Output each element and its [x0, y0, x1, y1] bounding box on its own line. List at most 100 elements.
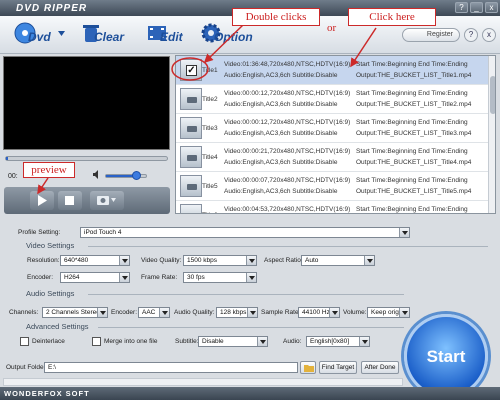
- find-target-button[interactable]: Find Target: [319, 361, 357, 374]
- deinterlace-label: Deinterlace: [32, 338, 65, 345]
- video-quality-label: Video Quality:: [141, 257, 182, 264]
- help-button[interactable]: ?: [464, 28, 478, 42]
- chevron-down-icon: [399, 228, 409, 237]
- video-encoder-select[interactable]: H264: [60, 272, 130, 283]
- frame-rate-select[interactable]: 30 fps: [183, 272, 257, 283]
- app-title: DVD RIPPER: [16, 3, 88, 14]
- title-thumbnail[interactable]: [180, 204, 202, 213]
- chevron-down-icon: [257, 337, 267, 346]
- chevron-down-icon: [119, 273, 129, 282]
- title-output-file: Output:THE_BUCKET_LIST_Title1.mp4: [356, 72, 472, 79]
- chevron-down-icon: [246, 256, 256, 265]
- player-controls: [4, 187, 170, 214]
- dvd-label: Dvd: [28, 30, 51, 44]
- divider: [88, 294, 404, 295]
- audio-quality-value: 128 kbps: [220, 309, 247, 316]
- play-button[interactable]: [30, 191, 54, 210]
- film-icon: [187, 155, 197, 161]
- title-checkbox[interactable]: ✓: [186, 65, 197, 76]
- title-row[interactable]: ✓ Title1 Video:01:36:48,720x480,NTSC,HDTV(…: [176, 56, 488, 85]
- title-video-info: Video:00:04:53,720x480,NTSC,HDTV(16:9): [224, 206, 351, 213]
- play-icon: [38, 195, 47, 206]
- audio-settings-heading: Audio Settings: [26, 289, 75, 298]
- browse-folder-button[interactable]: [300, 361, 316, 374]
- film-icon: [187, 126, 197, 132]
- audio-quality-select[interactable]: 128 kbps: [216, 307, 258, 318]
- title-list-scrollbar[interactable]: [488, 56, 495, 213]
- clear-label: Clear: [94, 30, 125, 44]
- title-output-file: Output:THE_BUCKET_LIST_Title3.mp4: [356, 130, 472, 137]
- start-button[interactable]: Start: [404, 314, 488, 398]
- video-encoder-label: Encoder:: [27, 274, 54, 281]
- help-window-button[interactable]: ?: [455, 2, 468, 13]
- chevron-down-icon: [359, 337, 369, 346]
- deinterlace-checkbox[interactable]: [20, 337, 29, 346]
- frame-rate-label: Frame Rate:: [141, 274, 178, 281]
- click-here-callout: Click here: [348, 8, 436, 26]
- aspect-ratio-select[interactable]: Auto: [301, 255, 375, 266]
- dvd-button[interactable]: Dvd: [14, 22, 74, 48]
- title-thumbnail[interactable]: [180, 117, 202, 139]
- chevron-down-icon: [364, 256, 374, 265]
- profile-select[interactable]: iPod Touch 4: [80, 227, 410, 238]
- divider: [98, 327, 404, 328]
- clear-button[interactable]: Clear: [80, 22, 136, 48]
- volume-select[interactable]: Keep origina: [367, 307, 410, 318]
- chevron-down-icon: [329, 308, 339, 317]
- title-name: Title4: [202, 154, 218, 161]
- profile-label: Profile Setting:: [18, 229, 61, 236]
- folder-icon: [304, 365, 314, 372]
- after-done-button[interactable]: After Done: [361, 361, 399, 374]
- merge-label: Merge into one file: [104, 338, 158, 345]
- title-audio-info: Audio:English,AC3,6ch Subtitle:Disable: [224, 130, 338, 137]
- audio-track-select[interactable]: English[0x80]: [306, 336, 370, 347]
- minimize-button[interactable]: _: [470, 2, 483, 13]
- title-time-range: Start Time:Beginning End Time:Ending: [356, 61, 468, 68]
- title-thumbnail[interactable]: [180, 175, 202, 197]
- title-thumbnail[interactable]: ✓: [180, 59, 202, 81]
- channels-select[interactable]: 2 Channels Stereo: [42, 307, 108, 318]
- divider: [88, 246, 488, 247]
- register-button[interactable]: Register: [402, 28, 460, 42]
- brand-logo: WONDERFOX SOFT: [4, 389, 90, 398]
- sample-rate-select[interactable]: 44100 Hz: [298, 307, 340, 318]
- audio-encoder-select[interactable]: AAC: [138, 307, 170, 318]
- seek-slider[interactable]: [5, 156, 168, 161]
- title-thumbnail[interactable]: [180, 146, 202, 168]
- close-button[interactable]: x: [482, 28, 496, 42]
- title-video-info: Video:00:00:12,720x480,NTSC,HDTV(16:9): [224, 119, 351, 126]
- speaker-icon: [93, 170, 98, 179]
- output-folder-field[interactable]: E:\: [44, 362, 298, 373]
- close-window-button[interactable]: x: [485, 2, 498, 13]
- volume-slider[interactable]: [105, 171, 147, 180]
- title-video-info: Video:00:00:07,720x480,NTSC,HDTV(16:9): [224, 177, 351, 184]
- title-row[interactable]: Title4 Video:00:00:21,720x480,NTSC,HDTV(1…: [176, 143, 488, 172]
- title-row[interactable]: Title6 Video:00:04:53,720x480,NTSC,HDTV(1…: [176, 201, 488, 213]
- volume-label: Volume:: [343, 309, 367, 316]
- chevron-down-icon: [58, 31, 65, 36]
- stop-button[interactable]: [58, 191, 82, 210]
- title-row[interactable]: Title5 Video:00:00:07,720x480,NTSC,HDTV(1…: [176, 172, 488, 201]
- double-click-callout: Double clicks: [232, 8, 320, 26]
- video-quality-value: 1500 kbps: [187, 257, 217, 264]
- video-settings-heading: Video Settings: [26, 241, 75, 250]
- sample-rate-label: Sample Rate:: [261, 309, 301, 316]
- edit-button[interactable]: Edit: [146, 22, 196, 48]
- snapshot-button[interactable]: [90, 191, 124, 210]
- audio-quality-label: Audio Quality:: [174, 309, 215, 316]
- title-row[interactable]: Title3 Video:00:00:12,720x480,NTSC,HDTV(1…: [176, 114, 488, 143]
- title-row[interactable]: Title2 Video:00:00:12,720x480,NTSC,HDTV(1…: [176, 85, 488, 114]
- resolution-select[interactable]: 640*480: [60, 255, 130, 266]
- video-quality-select[interactable]: 1500 kbps: [183, 255, 257, 266]
- scrollbar-thumb[interactable]: [490, 76, 495, 114]
- chevron-down-icon: [246, 273, 256, 282]
- volume-knob[interactable]: [132, 171, 141, 180]
- horizontal-scrollbar[interactable]: [3, 378, 403, 386]
- channels-value: 2 Channels Stereo: [46, 309, 100, 316]
- title-thumbnail[interactable]: [180, 88, 202, 110]
- merge-checkbox[interactable]: [92, 337, 101, 346]
- title-audio-info: Audio:English,AC3,6ch Subtitle:Disable: [224, 188, 338, 195]
- start-label: Start: [426, 347, 466, 366]
- preview-player[interactable]: [3, 56, 170, 150]
- subtitle-select[interactable]: Disable: [198, 336, 268, 347]
